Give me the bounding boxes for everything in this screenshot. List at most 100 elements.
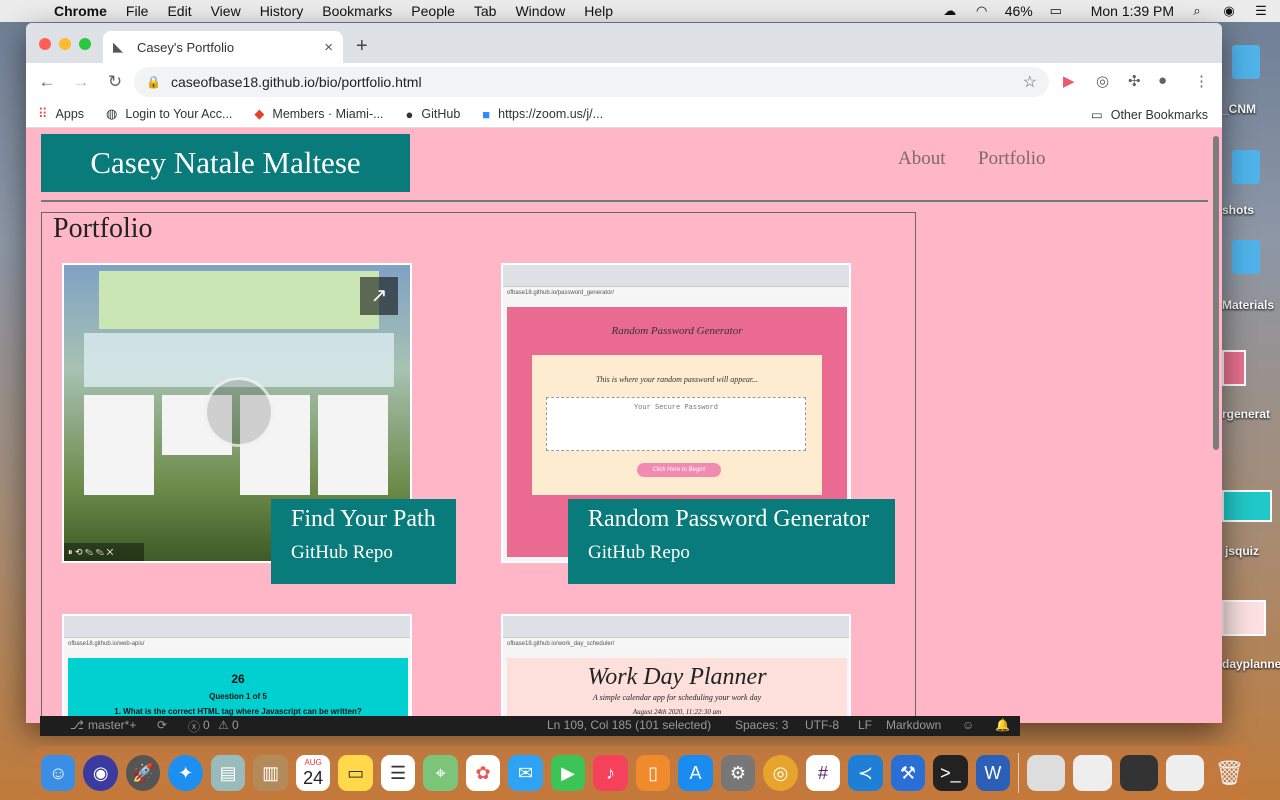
recent-window-thumb-icon[interactable] — [1166, 755, 1205, 791]
spotlight-search-icon[interactable]: ⌕ — [1188, 4, 1206, 18]
project-title[interactable]: Random Password Generator — [588, 504, 875, 534]
page-scrollbar[interactable] — [1210, 128, 1222, 723]
open-external-icon[interactable]: ↗ — [360, 277, 398, 315]
word-icon[interactable]: W — [975, 755, 1011, 791]
wifi-icon[interactable]: ◠ — [973, 4, 991, 18]
line-ending[interactable]: LF — [858, 718, 872, 732]
video-play-icon[interactable] — [204, 377, 274, 447]
books-icon[interactable]: ▯ — [635, 755, 671, 791]
lock-icon[interactable]: 🔒 — [146, 75, 161, 89]
reload-icon[interactable]: ↻ — [102, 72, 128, 92]
menu-people[interactable]: People — [411, 3, 455, 19]
bookmark-login[interactable]: ◍ Login to Your Acc... — [106, 106, 232, 122]
menu-history[interactable]: History — [260, 3, 304, 19]
preview-icon[interactable]: ▤ — [210, 755, 246, 791]
vscode-icon[interactable]: ≺ — [848, 755, 883, 791]
chrome-menu-icon[interactable]: ⋮ — [1194, 72, 1209, 90]
scrollbar-thumb[interactable] — [1213, 136, 1219, 450]
menu-app-name[interactable]: Chrome — [54, 3, 107, 19]
zoom-window-button[interactable] — [79, 38, 91, 50]
siri-icon[interactable]: ◉ — [1220, 4, 1238, 18]
contacts-icon[interactable]: ▥ — [253, 755, 288, 791]
profile-avatar-icon[interactable]: ● — [1158, 72, 1167, 89]
battery-icon[interactable]: ▭ — [1047, 4, 1065, 18]
siri-icon[interactable]: ◉ — [83, 755, 118, 791]
facetime-icon[interactable]: ▶ — [550, 755, 586, 791]
safari-icon[interactable]: ✦ — [168, 755, 203, 791]
close-tab-icon[interactable]: × — [324, 39, 333, 56]
encoding[interactable]: UTF-8 — [805, 718, 839, 732]
cursor-position[interactable]: Ln 109, Col 185 (101 selected) — [547, 718, 711, 732]
recent-window-thumb-icon[interactable] — [1073, 755, 1112, 791]
menu-window[interactable]: Window — [515, 3, 565, 19]
tab-portfolio[interactable]: ◣ Casey's Portfolio × — [103, 31, 343, 63]
project-card-work-day-planner[interactable]: ofbase18.github.io/work_day_scheduler/ W… — [501, 614, 851, 723]
trash-icon[interactable]: 🗑 — [1212, 755, 1246, 791]
bookmark-members[interactable]: ◆ Members · Miami-... — [254, 106, 383, 122]
desktop-label-rgenerat[interactable]: rgenerat — [1222, 407, 1270, 421]
menubar-clock[interactable]: Mon 1:39 PM — [1091, 3, 1174, 19]
warnings-icon[interactable]: ⚠ — [218, 718, 229, 732]
bookmark-apps[interactable]: ⠿ Apps — [38, 106, 84, 122]
recent-window-thumb-icon[interactable] — [1027, 755, 1066, 791]
sync-icon[interactable]: ⟳ — [157, 718, 167, 732]
errors-icon[interactable]: ⓧ — [188, 718, 200, 735]
indentation[interactable]: Spaces: 3 — [735, 718, 788, 732]
errors-count[interactable]: 0 — [203, 718, 210, 732]
close-window-button[interactable] — [39, 38, 51, 50]
chrome-icon[interactable]: ◎ — [763, 755, 798, 791]
address-bar[interactable]: 🔒 caseofbase18.github.io/bio/portfolio.h… — [134, 67, 1049, 97]
desktop-screenshot-thumb[interactable] — [1222, 490, 1272, 522]
extension-circle-icon[interactable]: ◎ — [1096, 72, 1109, 90]
git-branch[interactable]: master*+ — [88, 718, 136, 732]
forward-arrow-icon[interactable]: → — [68, 72, 94, 92]
new-tab-icon[interactable]: + — [356, 35, 368, 58]
menu-tab[interactable]: Tab — [474, 3, 497, 19]
bookmark-github[interactable]: ● GitHub — [406, 107, 461, 122]
creative-cloud-icon[interactable]: ☁ — [941, 4, 959, 18]
desktop-label-jsquiz[interactable]: jsquiz — [1225, 544, 1259, 558]
menu-view[interactable]: View — [211, 3, 241, 19]
xcode-icon[interactable]: ⚒ — [890, 755, 926, 791]
launchpad-icon[interactable]: 🚀 — [125, 755, 161, 791]
nav-about-link[interactable]: About — [898, 148, 946, 170]
feedback-icon[interactable]: ☺ — [962, 718, 974, 732]
reminders-icon[interactable]: ☰ — [380, 755, 416, 791]
project-title[interactable]: Find Your Path — [291, 504, 436, 534]
other-bookmarks[interactable]: ▭ Other Bookmarks — [1091, 107, 1208, 123]
desktop-label-dayplanner[interactable]: dayplanne — [1222, 657, 1280, 671]
nav-portfolio-link[interactable]: Portfolio — [978, 148, 1046, 170]
desktop-label-cnm[interactable]: _CNM — [1222, 102, 1256, 116]
github-repo-link[interactable]: GitHub Repo — [588, 540, 875, 566]
finder-icon[interactable]: ☺ — [41, 755, 76, 791]
video-controls[interactable]: ⏸ ⟲ ✎ ✎ ✕ — [64, 543, 144, 561]
language-mode[interactable]: Markdown — [886, 718, 941, 732]
menu-help[interactable]: Help — [584, 3, 613, 19]
desktop-label-materials[interactable]: Materials — [1222, 298, 1274, 312]
maps-icon[interactable]: ⌖ — [423, 755, 458, 791]
desktop-folder-icon[interactable] — [1232, 240, 1260, 274]
bookmark-star-icon[interactable]: ☆ — [1023, 72, 1037, 92]
desktop-label-shots[interactable]: shots — [1222, 203, 1254, 217]
slack-icon[interactable]: # — [805, 755, 841, 791]
bell-icon[interactable]: 🔔 — [995, 718, 1010, 732]
notes-icon[interactable]: ▭ — [338, 755, 373, 791]
battery-percent[interactable]: 46% — [1005, 3, 1033, 19]
desktop-screenshot-thumb[interactable] — [1222, 350, 1246, 386]
github-repo-link[interactable]: GitHub Repo — [291, 540, 436, 566]
desktop-folder-icon[interactable] — [1232, 45, 1260, 79]
minimize-window-button[interactable] — [59, 38, 71, 50]
calendar-icon[interactable]: AUG 24 — [295, 755, 331, 791]
notification-center-icon[interactable]: ☰ — [1252, 4, 1270, 18]
messages-icon[interactable]: ✉ — [508, 755, 543, 791]
system-preferences-icon[interactable]: ⚙ — [720, 755, 756, 791]
url-text[interactable]: caseofbase18.github.io/bio/portfolio.htm… — [171, 74, 422, 90]
bookmark-zoom[interactable]: ■ https://zoom.us/j/... — [482, 107, 603, 122]
recent-window-thumb-icon[interactable] — [1119, 755, 1159, 791]
warnings-count[interactable]: 0 — [232, 718, 239, 732]
extension-red-icon[interactable]: ▶ — [1063, 72, 1075, 90]
desktop-screenshot-thumb[interactable] — [1222, 600, 1266, 636]
menu-file[interactable]: File — [126, 3, 149, 19]
terminal-icon[interactable]: >_ — [933, 755, 968, 791]
git-branch-icon[interactable]: ⎇ — [70, 718, 84, 732]
